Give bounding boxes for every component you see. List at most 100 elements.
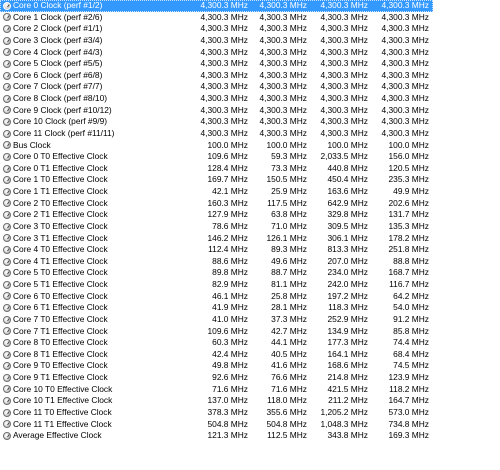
sensor-row[interactable]: Core 1 T0 Effective Clock 169.7 MHz 150.5 … [0, 174, 433, 186]
average-value: 169.3 MHz [388, 430, 430, 441]
minimum-value: 4,300.3 MHz [259, 127, 307, 138]
sensor-row[interactable]: Core 11 T1 Effective Clock 504.8 MHz 504.8… [0, 419, 433, 431]
sensor-label-cell: Core 3 Clock (perf #3/4) [0, 35, 190, 47]
sensor-label: Core 2 Clock (perf #1/1) [13, 23, 103, 34]
sensor-row[interactable]: Core 9 Clock (perf #10/12) 4,300.3 MHz 4,3… [0, 105, 433, 117]
sensor-row[interactable]: Core 7 T0 Effective Clock 41.0 MHz 37.3 MH… [0, 314, 433, 326]
average-value: 123.9 MHz [388, 372, 430, 382]
sensor-row[interactable]: Core 2 Clock (perf #1/1) 4,300.3 MHz 4,300… [0, 23, 433, 35]
sensor-label: Core 6 T1 Effective Clock [13, 302, 108, 313]
sensor-row[interactable]: Core 9 T0 Effective Clock 49.8 MHz 41.6 MH… [0, 360, 433, 372]
average-value: 88.8 MHz [393, 255, 429, 266]
sensor-row[interactable]: Core 7 Clock (perf #7/7) 4,300.3 MHz 4,300… [0, 81, 433, 93]
average-value: 4,300.3 MHz [381, 46, 429, 57]
maximum-value: 4,300.3 MHz [320, 11, 368, 22]
sensor-row[interactable]: Core 1 T1 Effective Clock 42.1 MHz 25.9 MH… [0, 186, 433, 198]
average-value: 74.5 MHz [393, 360, 429, 371]
maximum-value: 306.1 MHz [327, 232, 369, 243]
current-value: 4,300.3 MHz [200, 58, 248, 69]
average-value: 734.8 MHz [388, 418, 430, 429]
sensor-label: Core 8 T0 Effective Clock [13, 337, 108, 348]
sensor-label: Core 4 Clock (perf #4/3) [13, 46, 103, 57]
sensor-row[interactable]: Core 8 Clock (perf #8/10) 4,300.3 MHz 4,30… [0, 93, 433, 105]
sensor-label: Core 11 T1 Effective Clock [13, 418, 112, 429]
sensor-label: Core 2 T1 Effective Clock [13, 209, 108, 220]
gauge-icon [3, 129, 11, 138]
sensor-row[interactable]: Core 11 T0 Effective Clock 378.3 MHz 355.6… [0, 407, 433, 419]
sensor-row[interactable]: Core 0 T0 Effective Clock 109.6 MHz 59.3 M… [0, 151, 433, 163]
sensor-row[interactable]: Core 3 Clock (perf #3/4) 4,300.3 MHz 4,300… [0, 35, 433, 47]
sensor-row[interactable]: Core 3 T0 Effective Clock 78.6 MHz 71.0 MH… [0, 221, 433, 233]
maximum-value: 252.9 MHz [327, 313, 369, 324]
sensor-row[interactable]: Core 5 T0 Effective Clock 89.8 MHz 88.7 MH… [0, 267, 433, 279]
sensor-row[interactable]: Core 10 T0 Effective Clock 71.6 MHz 71.6 M… [0, 384, 433, 396]
minimum-value: 71.6 MHz [271, 383, 307, 394]
sensor-row[interactable]: Core 6 Clock (perf #6/8) 4,300.3 MHz 4,300… [0, 70, 433, 82]
sensor-row[interactable]: Core 7 T1 Effective Clock 109.6 MHz 42.7 M… [0, 326, 433, 338]
sensor-row[interactable]: Core 1 Clock (perf #2/6) 4,300.3 MHz 4,300… [0, 12, 433, 24]
sensor-label: Core 4 T1 Effective Clock [13, 255, 108, 266]
sensor-row[interactable]: Average Effective Clock 121.3 MHz 112.5 MH… [0, 430, 433, 442]
sensor-row[interactable]: Core 9 T1 Effective Clock 92.6 MHz 76.6 MH… [0, 372, 433, 384]
gauge-icon [3, 397, 11, 406]
minimum-value: 41.6 MHz [271, 360, 307, 371]
sensor-label: Core 6 T0 Effective Clock [13, 290, 108, 301]
sensor-table: Core 0 Clock (perf #1/2) 4,300.3 MHz 4,300… [0, 0, 433, 442]
sensor-label-cell: Core 7 Clock (perf #7/7) [0, 81, 190, 93]
sensor-row[interactable]: Bus Clock 100.0 MHz 100.0 MHz 100.0 MHz 100.… [0, 140, 433, 152]
sensor-row[interactable]: Core 11 Clock (perf #11/11) 4,300.3 MHz 4,… [0, 128, 433, 140]
sensor-label-cell: Core 8 Clock (perf #8/10) [0, 93, 190, 105]
sensor-label: Core 3 T1 Effective Clock [13, 232, 108, 243]
maximum-value: 4,300.3 MHz [320, 46, 368, 57]
current-value: 49.8 MHz [212, 360, 248, 371]
maximum-value: 242.0 MHz [327, 279, 369, 289]
current-value: 71.6 MHz [212, 383, 248, 394]
sensor-label: Core 3 T0 Effective Clock [13, 220, 108, 231]
minimum-value: 150.5 MHz [266, 174, 308, 185]
average-value: 4,300.3 MHz [381, 116, 429, 127]
sensor-row[interactable]: Core 4 T0 Effective Clock 112.4 MHz 89.3 M… [0, 244, 433, 256]
sensor-row[interactable]: Core 0 Clock (perf #1/2) 4,300.3 MHz 4,300… [0, 0, 433, 12]
maximum-value: 4,300.3 MHz [320, 69, 368, 80]
sensor-label: Core 7 T0 Effective Clock [13, 313, 108, 324]
sensor-row[interactable]: Core 2 T1 Effective Clock 127.9 MHz 63.8 M… [0, 209, 433, 221]
gauge-icon [3, 118, 11, 127]
current-value: 109.6 MHz [207, 151, 249, 162]
sensor-label: Core 10 T1 Effective Clock [13, 395, 113, 406]
sensor-row[interactable]: Core 6 T1 Effective Clock 41.9 MHz 28.1 MH… [0, 302, 433, 314]
gauge-icon [3, 350, 11, 359]
sensor-row[interactable]: Core 0 T1 Effective Clock 128.4 MHz 73.3 M… [0, 163, 433, 175]
minimum-value: 63.8 MHz [271, 209, 307, 220]
sensor-row[interactable]: Core 8 T0 Effective Clock 60.3 MHz 44.1 MH… [0, 337, 433, 349]
gauge-icon [3, 269, 11, 278]
average-value: 235.3 MHz [388, 174, 430, 185]
sensor-row[interactable]: Core 3 T1 Effective Clock 146.2 MHz 126.1 … [0, 233, 433, 245]
minimum-value: 71.0 MHz [271, 220, 307, 231]
sensor-label: Core 5 T1 Effective Clock [13, 279, 108, 289]
gauge-icon [3, 338, 11, 347]
gauge-icon [3, 315, 11, 324]
sensor-row[interactable]: Core 4 Clock (perf #4/3) 4,300.3 MHz 4,300… [0, 47, 433, 59]
maximum-value: 421.5 MHz [327, 383, 369, 394]
maximum-value: 164.1 MHz [327, 348, 369, 359]
current-value: 78.6 MHz [212, 220, 248, 231]
sensor-row[interactable]: Core 6 T0 Effective Clock 46.1 MHz 25.8 MH… [0, 291, 433, 303]
sensor-label-cell: Core 10 Clock (perf #9/9) [0, 116, 190, 128]
sensor-label-cell: Core 3 T0 Effective Clock [0, 221, 190, 233]
sensor-row[interactable]: Core 2 T0 Effective Clock 160.3 MHz 117.5 … [0, 198, 433, 210]
average-value: 54.0 MHz [393, 302, 429, 313]
sensor-row[interactable]: Core 5 Clock (perf #5/5) 4,300.3 MHz 4,300… [0, 58, 433, 70]
average-value: 4,300.3 MHz [381, 104, 429, 115]
sensor-label: Core 1 T1 Effective Clock [13, 186, 108, 196]
sensor-label-cell: Core 5 T0 Effective Clock [0, 267, 190, 279]
sensor-row[interactable]: Core 10 Clock (perf #9/9) 4,300.3 MHz 4,30… [0, 116, 433, 128]
maximum-value: 234.0 MHz [327, 267, 369, 278]
sensor-row[interactable]: Core 5 T1 Effective Clock 82.9 MHz 81.1 MH… [0, 279, 433, 291]
average-value: 156.0 MHz [388, 151, 430, 162]
sensor-row[interactable]: Core 4 T1 Effective Clock 88.6 MHz 49.6 MH… [0, 256, 433, 268]
sensor-row[interactable]: Core 8 T1 Effective Clock 42.4 MHz 40.5 MH… [0, 349, 433, 361]
sensor-row[interactable]: Core 10 T1 Effective Clock 137.0 MHz 118.0… [0, 395, 433, 407]
minimum-value: 42.7 MHz [271, 325, 307, 336]
gauge-icon [3, 152, 11, 161]
minimum-value: 4,300.3 MHz [259, 34, 307, 45]
